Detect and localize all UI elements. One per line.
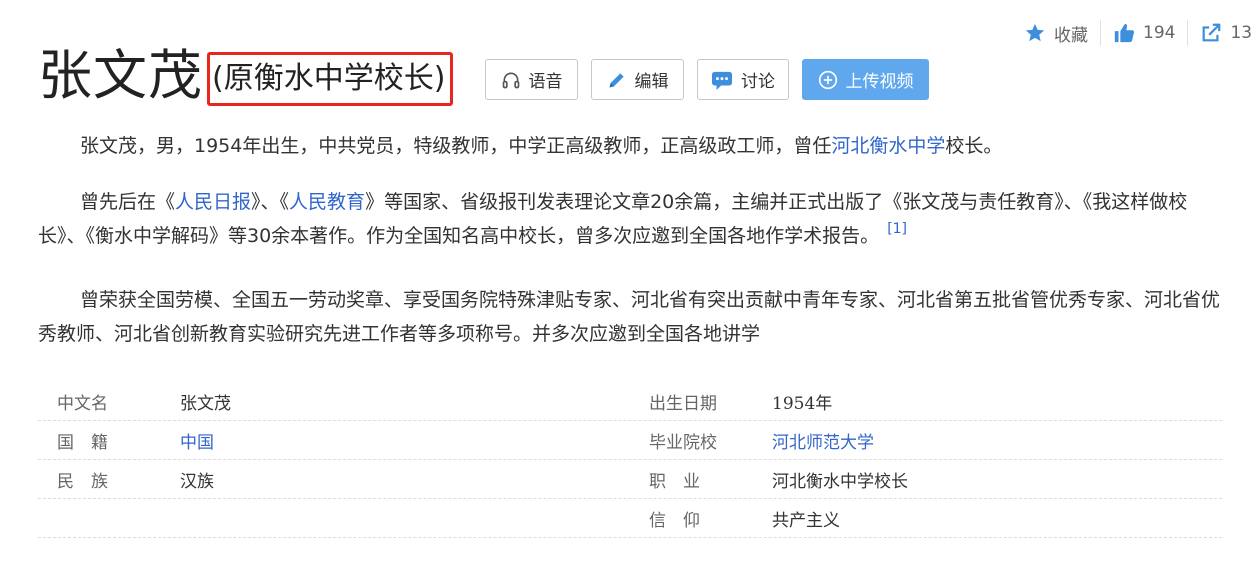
link-nationality[interactable]: 中国 [180, 428, 630, 453]
link-renmin-jiaoyu[interactable]: 人民教育 [289, 191, 365, 213]
info-label: 信 仰 [649, 510, 700, 531]
discuss-button[interactable]: 讨论 [697, 59, 789, 100]
info-value: 共产主义 [772, 510, 840, 531]
chat-icon [711, 70, 733, 90]
link-graduate-school[interactable]: 河北师范大学 [772, 428, 1222, 453]
info-row: 中文名 张文茂 出生日期 1954年 [38, 382, 1222, 421]
intro-paragraph-3: 曾荣获全国劳模、全国五一劳动奖章、享受国务院特殊津贴专家、河北省有突出贡献中青年… [38, 289, 1221, 345]
info-value: 张文茂 [180, 393, 231, 414]
thumbs-up-icon [1113, 22, 1135, 44]
upload-video-label: 上传视频 [845, 72, 914, 92]
share-icon [1200, 22, 1222, 44]
reference-link[interactable]: [1] [887, 221, 907, 237]
p1-text-end: 校长。 [945, 135, 1003, 157]
info-label: 中文名 [57, 393, 108, 414]
page-title: 张文茂 [38, 44, 203, 107]
info-row: 信 仰 共产主义 [38, 499, 1222, 538]
favorite-button[interactable]: 收藏 [1024, 21, 1088, 46]
edit-label: 编辑 [634, 72, 669, 92]
headphones-icon [501, 70, 521, 90]
info-label: 国 籍 [57, 432, 108, 453]
info-value: 河北衡水中学校长 [772, 471, 908, 492]
link-renmin-ribao[interactable]: 人民日报 [175, 191, 251, 213]
like-count: 194 [1143, 23, 1176, 43]
like-button[interactable]: 194 [1113, 22, 1175, 44]
voice-label: 语音 [528, 72, 563, 92]
link-hengshui-school[interactable]: 河北衡水中学 [831, 135, 945, 157]
p1-text: 张文茂，男，1954年出生，中共党员，特级教师，中学正高级教师，正高级政工师，曾… [80, 135, 832, 157]
star-icon [1024, 22, 1046, 44]
info-label: 出生日期 [649, 393, 717, 414]
info-row: 民 族 汉族 职 业 河北衡水中学校长 [38, 460, 1222, 499]
info-value: 汉族 [180, 471, 214, 492]
edit-button[interactable]: 编辑 [591, 59, 684, 100]
intro-paragraph-2: 曾先后在《人民日报》、《人民教育》等国家、省级报刊发表理论文章20余篇，主编并正… [38, 185, 1220, 255]
share-count: 13 [1230, 23, 1253, 43]
upload-video-button[interactable]: 上传视频 [802, 59, 929, 100]
discuss-label: 讨论 [741, 72, 775, 92]
divider [1187, 20, 1189, 46]
p2-text: 曾先后在《 [80, 191, 176, 213]
info-value: 1954年 [772, 393, 833, 414]
basic-info-table: 中文名 张文茂 出生日期 1954年 国 籍 中国 毕业院校 河北师范大学 民 … [38, 382, 1222, 538]
page-subtitle: (原衡水中学校长) [212, 61, 446, 96]
pencil-icon [607, 70, 627, 90]
share-button[interactable]: 13 [1200, 22, 1252, 44]
p2-text: 》、《 [251, 191, 290, 213]
plus-circle-icon [818, 70, 838, 90]
divider [1100, 20, 1101, 46]
stats-bar: 收藏 194 13 [1024, 19, 1252, 47]
info-label: 职 业 [649, 471, 700, 492]
info-label: 民 族 [57, 471, 108, 492]
favorite-label: 收藏 [1054, 25, 1088, 46]
info-label: 毕业院校 [649, 432, 717, 453]
intro-paragraph-1: 张文茂，男，1954年出生，中共党员，特级教师，中学正高级教师，正高级政工师，曾… [38, 129, 1220, 163]
info-row: 国 籍 中国 毕业院校 河北师范大学 [38, 421, 1222, 460]
voice-button[interactable]: 语音 [485, 59, 578, 100]
